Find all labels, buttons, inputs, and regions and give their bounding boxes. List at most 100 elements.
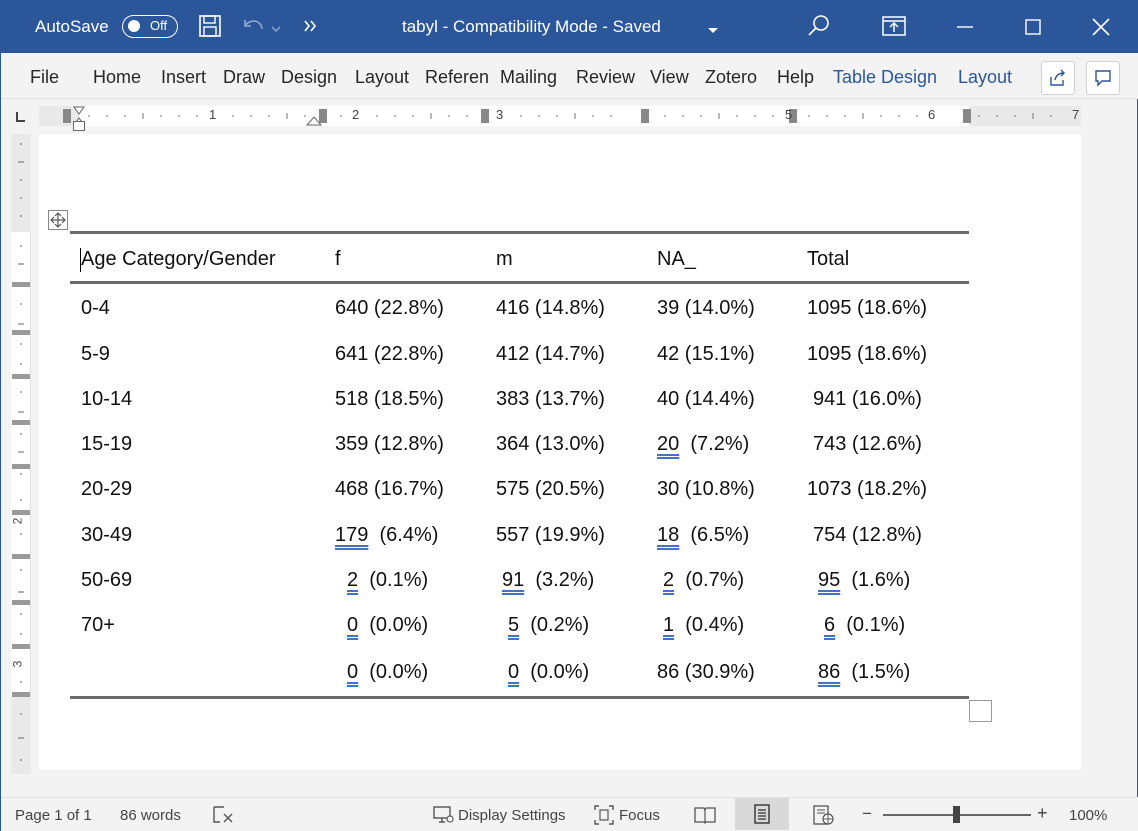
table-cell-na[interactable]: 2 (0.7%): [663, 569, 744, 592]
header-m[interactable]: m: [496, 248, 513, 271]
minimize-button[interactable]: [945, 10, 985, 44]
comments-button[interactable]: [1086, 61, 1120, 95]
autosave-toggle[interactable]: Off: [122, 15, 178, 38]
table-cell-m[interactable]: 91 (3.2%): [502, 569, 594, 592]
maximize-button[interactable]: [1013, 10, 1053, 44]
tab-view[interactable]: View: [650, 67, 689, 88]
tab-table-design[interactable]: Table Design: [833, 67, 937, 88]
table-cell-age[interactable]: 70+: [81, 614, 115, 637]
table-cell-m[interactable]: 5 (0.2%): [508, 614, 589, 637]
table-cell-m[interactable]: 0 (0.0%): [508, 661, 589, 684]
left-indent-marker[interactable]: [73, 121, 85, 131]
table-cell-na[interactable]: 40 (14.4%): [657, 388, 755, 411]
table-cell-age[interactable]: 10-14: [81, 388, 132, 411]
zoom-out-button[interactable]: −: [862, 804, 872, 824]
table-cell-total[interactable]: 1095 (18.6%): [807, 343, 927, 366]
proofing-icon[interactable]: [212, 805, 234, 829]
focus-button[interactable]: Focus: [619, 807, 660, 824]
table-cell-m[interactable]: 383 (13.7%): [496, 388, 605, 411]
table-cell-total[interactable]: 743 (12.6%): [813, 433, 922, 456]
display-settings-button[interactable]: Display Settings: [458, 807, 566, 824]
web-layout-icon[interactable]: [813, 805, 835, 829]
display-settings-icon[interactable]: [433, 805, 455, 829]
table-move-handle[interactable]: [48, 210, 68, 230]
table-cell-f[interactable]: 2 (0.1%): [347, 569, 428, 592]
table-cell-total[interactable]: 941 (16.0%): [813, 388, 922, 411]
table-cell-total[interactable]: 1095 (18.6%): [807, 297, 927, 320]
tab-design[interactable]: Design: [281, 67, 337, 88]
zoom-level[interactable]: 100%: [1069, 807, 1107, 824]
table-cell-f[interactable]: 640 (22.8%): [335, 297, 444, 320]
undo-dropdown-icon[interactable]: [271, 20, 281, 38]
table-cell-na[interactable]: 42 (15.1%): [657, 343, 755, 366]
table-cell-m[interactable]: 557 (19.9%): [496, 524, 605, 547]
tab-layout[interactable]: Layout: [355, 67, 409, 88]
status-bar: Page 1 of 1 86 words Display Settings Fo…: [1, 797, 1138, 831]
table-cell-f[interactable]: 359 (12.8%): [335, 433, 444, 456]
title-dropdown-icon[interactable]: [707, 22, 719, 40]
table-cell-age[interactable]: 30-49: [81, 524, 132, 547]
tab-help[interactable]: Help: [777, 67, 814, 88]
more-commands-icon[interactable]: [303, 19, 317, 37]
header-f[interactable]: f: [335, 248, 341, 271]
table-cell-age[interactable]: 15-19: [81, 433, 132, 456]
tab-file[interactable]: File: [30, 67, 59, 88]
zoom-slider-thumb[interactable]: [953, 806, 960, 823]
table-cell-age[interactable]: 20-29: [81, 478, 132, 501]
table-cell-total[interactable]: 86 (1.5%): [818, 661, 910, 684]
table-cell-f[interactable]: 518 (18.5%): [335, 388, 444, 411]
tab-draw[interactable]: Draw: [223, 67, 265, 88]
table-cell-m[interactable]: 364 (13.0%): [496, 433, 605, 456]
table-cell-na[interactable]: 1 (0.4%): [663, 614, 744, 637]
ruler-number: 7: [1072, 107, 1080, 122]
tab-zotero[interactable]: Zotero: [705, 67, 757, 88]
word-count[interactable]: 86 words: [120, 807, 181, 824]
table-cell-na[interactable]: 86 (30.9%): [657, 661, 755, 684]
tab-mailings[interactable]: Mailing: [500, 67, 557, 88]
table-cell-age[interactable]: 5-9: [81, 343, 110, 366]
table-cell-total[interactable]: 754 (12.8%): [813, 524, 922, 547]
table-cell-m[interactable]: 575 (20.5%): [496, 478, 605, 501]
table-cell-na[interactable]: 30 (10.8%): [657, 478, 755, 501]
header-age-category[interactable]: Age Category/Gender: [81, 248, 276, 271]
table-resize-handle[interactable]: [969, 700, 992, 722]
read-mode-icon[interactable]: [694, 805, 716, 829]
close-button[interactable]: [1081, 10, 1121, 44]
table-cell-f[interactable]: 0 (0.0%): [347, 614, 428, 637]
header-total[interactable]: Total: [807, 248, 849, 271]
vruler-number: 3: [10, 660, 25, 668]
save-icon[interactable]: [198, 14, 222, 43]
print-layout-button[interactable]: [735, 798, 789, 830]
document-title[interactable]: tabyl - Compatibility Mode - Saved: [402, 17, 661, 37]
tab-table-layout[interactable]: Layout: [958, 67, 1012, 88]
search-icon[interactable]: [807, 14, 831, 43]
table-cell-m[interactable]: 416 (14.8%): [496, 297, 605, 320]
tab-home[interactable]: Home: [93, 67, 141, 88]
table-cell-f[interactable]: 0 (0.0%): [347, 661, 428, 684]
table-cell-age[interactable]: 0-4: [81, 297, 110, 320]
share-button[interactable]: [1041, 61, 1075, 95]
table-cell-total[interactable]: 1073 (18.2%): [807, 478, 927, 501]
page-count[interactable]: Page 1 of 1: [15, 807, 92, 824]
tab-review[interactable]: Review: [576, 67, 635, 88]
table-cell-total[interactable]: 6 (0.1%): [824, 614, 905, 637]
table-cell-na[interactable]: 20 (7.2%): [657, 433, 749, 456]
header-na[interactable]: NA_: [657, 248, 696, 271]
table-cell-f[interactable]: 468 (16.7%): [335, 478, 444, 501]
table-cell-na[interactable]: 18 (6.5%): [657, 524, 749, 547]
table-cell-age[interactable]: 50-69: [81, 569, 132, 592]
table-cell-f[interactable]: 641 (22.8%): [335, 343, 444, 366]
tab-references[interactable]: Referen: [425, 67, 489, 88]
tab-selector-icon[interactable]: [13, 110, 27, 124]
autosave-label: AutoSave: [35, 17, 109, 36]
ruler-number: 2: [352, 107, 360, 122]
table-cell-na[interactable]: 39 (14.0%): [657, 297, 755, 320]
undo-icon[interactable]: [241, 14, 267, 43]
table-cell-total[interactable]: 95 (1.6%): [818, 569, 910, 592]
focus-icon[interactable]: [594, 805, 614, 829]
ribbon-display-icon[interactable]: [882, 16, 906, 41]
table-cell-f[interactable]: 179 (6.4%): [335, 524, 438, 547]
zoom-in-button[interactable]: +: [1037, 803, 1048, 824]
tab-insert[interactable]: Insert: [161, 67, 206, 88]
table-cell-m[interactable]: 412 (14.7%): [496, 343, 605, 366]
